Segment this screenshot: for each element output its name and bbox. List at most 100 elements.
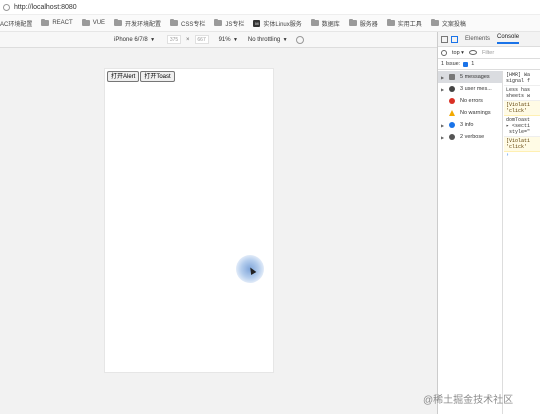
height-input[interactable]: 667 <box>194 35 209 44</box>
sidebar-label: 3 user mes... <box>460 86 492 92</box>
tab-console[interactable]: Console <box>497 34 520 44</box>
devtools-panel: Elements Console top ▾ Filter 1 Issue: 1… <box>437 32 540 414</box>
filter-input[interactable]: Filter <box>482 50 494 56</box>
bookmark-label: 数据库 <box>321 21 340 28</box>
folder-icon <box>430 19 439 26</box>
url-text[interactable]: http://localhost:8080 <box>14 4 77 11</box>
console-sidebar: ▶ 5 messages ▶ 3 user mes... No errors No … <box>438 71 503 414</box>
folder-icon <box>41 19 50 26</box>
bookmark-item[interactable]: CSS专栏 <box>170 19 205 28</box>
console-output: [HMR] Wa signal f Less has sheets w [Vio… <box>504 71 540 414</box>
console-violation: [Violati 'click' <box>504 137 540 152</box>
badge-icon: M <box>253 19 261 27</box>
issues-label: 1 Issue: <box>441 61 461 67</box>
eye-icon[interactable] <box>468 50 477 55</box>
bookmark-item[interactable]: 实用工具 <box>386 19 422 28</box>
tab-elements[interactable]: Elements <box>465 36 490 42</box>
sidebar-label: 2 verbose <box>460 134 485 140</box>
folder-icon <box>386 19 395 26</box>
issues-count: 1 <box>471 61 475 67</box>
sidebar-label: No errors <box>460 98 483 104</box>
zoom-value: 91% <box>218 36 231 43</box>
context-value: top <box>452 49 460 56</box>
bookmark-label: REACT <box>52 20 73 26</box>
clear-console-icon[interactable] <box>441 49 447 56</box>
chevron-down-icon: ▼ <box>148 36 156 43</box>
sidebar-label: 3 info <box>460 122 474 128</box>
open-alert-button[interactable]: 打开Alert <box>107 71 140 82</box>
folder-icon <box>170 19 179 26</box>
sidebar-label: 5 messages <box>460 74 490 80</box>
throttling-value: No throttling <box>247 36 281 43</box>
issues-bar[interactable]: 1 Issue: 1 <box>438 59 540 70</box>
sidebar-label: No warnings <box>460 110 491 116</box>
folder-icon <box>348 19 357 26</box>
bookmarks-bar: AC环境配置 REACT VUE 开发环境配置 CSS专栏 JS专栏 M 实体Li… <box>0 15 540 32</box>
rotate-icon[interactable] <box>295 35 304 44</box>
chevron-down-icon: ▼ <box>231 36 238 43</box>
console-body: ▶ 5 messages ▶ 3 user mes... No errors No … <box>438 71 540 414</box>
device-name: iPhone 6/7/8 <box>114 36 148 43</box>
site-info-icon[interactable] <box>3 3 10 11</box>
zoom-select[interactable]: 91% ▼ <box>219 37 238 43</box>
folder-icon <box>310 19 319 26</box>
device-select[interactable]: iPhone 6/7/8 ▼ <box>114 37 155 43</box>
console-message: Less has sheets w <box>504 86 540 101</box>
button-group: 打开Alert 打开Toast <box>107 71 175 82</box>
warning-icon <box>449 110 455 116</box>
bookmark-label: AC环境配置 <box>0 21 33 28</box>
throttling-select[interactable]: No throttling ▼ <box>248 37 288 43</box>
bookmark-label: 服务器 <box>359 21 378 28</box>
open-toast-button[interactable]: 打开Toast <box>140 71 175 82</box>
chevron-down-icon: ▼ <box>281 36 288 43</box>
sidebar-item-errors[interactable]: No errors <box>438 95 502 107</box>
folder-icon <box>81 19 90 26</box>
bookmark-item[interactable]: 数据库 <box>310 19 340 28</box>
bookmark-item[interactable]: 服务器 <box>348 19 378 28</box>
sidebar-item-messages[interactable]: ▶ 5 messages <box>438 71 502 83</box>
list-icon <box>449 74 455 80</box>
bookmark-item[interactable]: 文案投稿 <box>430 19 466 28</box>
console-prompt[interactable]: › <box>504 152 540 158</box>
sidebar-item-info[interactable]: ▶ 3 info <box>438 119 502 131</box>
emulated-page: 打开Alert 打开Toast <box>104 68 274 373</box>
bookmark-item[interactable]: JS专栏 <box>214 19 244 28</box>
console-toolbar: top ▾ Filter <box>438 47 540 59</box>
bookmark-item[interactable]: REACT <box>41 19 73 26</box>
bookmark-label: CSS专栏 <box>181 21 206 28</box>
caret-right-icon: ▶ <box>441 134 445 140</box>
inspect-icon[interactable] <box>441 35 448 43</box>
sidebar-item-verbose[interactable]: ▶ 2 verbose <box>438 131 502 143</box>
sidebar-item-warnings[interactable]: No warnings <box>438 107 502 119</box>
width-input[interactable]: 375 <box>167 35 182 44</box>
bookmark-item[interactable]: M 实体Linux服务 <box>253 19 302 28</box>
caret-right-icon: ▶ <box>441 122 445 128</box>
context-select[interactable]: top ▾ <box>452 50 464 56</box>
console-message[interactable]: domToast ▸ <secti style=" <box>504 116 540 137</box>
bookmark-item[interactable]: 开发环境配置 <box>114 19 161 28</box>
bookmark-label: 实体Linux服务 <box>263 21 302 28</box>
error-icon <box>449 98 455 104</box>
caret-right-icon: ▶ <box>441 74 445 80</box>
console-violation: [Violati 'click' <box>504 101 540 116</box>
device-toolbar: iPhone 6/7/8 ▼ 375 × 667 91% ▼ No thrott… <box>0 32 437 48</box>
devtools-tabs: Elements Console <box>438 32 540 47</box>
address-bar[interactable]: http://localhost:8080 <box>0 0 540 15</box>
device-emulation-area: iPhone 6/7/8 ▼ 375 × 667 91% ▼ No thrott… <box>0 32 437 414</box>
sidebar-item-user-messages[interactable]: ▶ 3 user mes... <box>438 83 502 95</box>
bookmark-label: 实用工具 <box>397 21 422 28</box>
close-icon: × <box>186 36 190 43</box>
bookmark-item[interactable]: VUE <box>81 19 106 26</box>
bookmark-item[interactable]: AC环境配置 <box>0 19 32 28</box>
bookmark-label: VUE <box>92 20 106 26</box>
issue-icon <box>463 61 469 67</box>
bug-icon <box>449 134 455 140</box>
caret-right-icon: ▶ <box>441 86 445 92</box>
watermark: @稀土掘金技术社区 <box>423 395 514 406</box>
bookmark-label: 开发环境配置 <box>125 21 162 28</box>
bookmark-label: JS专栏 <box>225 21 245 28</box>
console-message: [HMR] Wa signal f <box>504 71 540 86</box>
device-toggle-icon[interactable] <box>451 35 458 43</box>
info-icon <box>449 122 455 128</box>
user-icon <box>449 86 455 92</box>
